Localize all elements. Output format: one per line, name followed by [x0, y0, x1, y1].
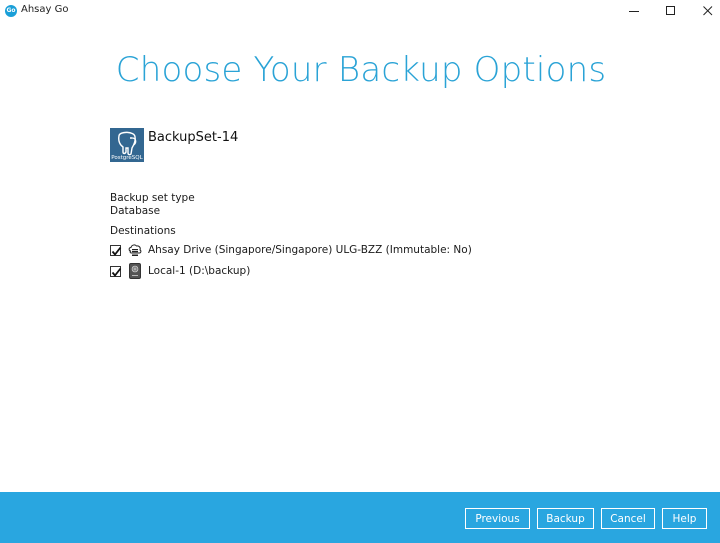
destination-label: Local-1 (D:\backup) [148, 265, 251, 277]
backup-set-type-label: Backup set type [110, 192, 195, 204]
title-bar: Go Ahsay Go [0, 0, 720, 22]
destinations-label: Destinations [110, 225, 176, 237]
cloud-drive-icon [127, 242, 143, 258]
destination-checkbox-ahsay-drive[interactable] [110, 244, 122, 256]
close-icon [703, 6, 713, 16]
destination-label: Ahsay Drive (Singapore/Singapore) ULG-BZ… [148, 244, 472, 256]
maximize-icon [666, 6, 675, 15]
cancel-button[interactable]: Cancel [601, 508, 655, 529]
checkmark-icon [111, 246, 122, 256]
maximize-button[interactable] [653, 0, 689, 22]
help-button[interactable]: Help [662, 508, 707, 529]
window-title: Ahsay Go [21, 4, 69, 15]
minimize-icon [629, 11, 639, 12]
destination-row-ahsay-drive: Ahsay Drive (Singapore/Singapore) ULG-BZ… [110, 242, 472, 258]
page-title: Choose Your Backup Options [115, 50, 607, 90]
app-logo-icon: Go [5, 5, 17, 17]
destination-row-local-1: Local-1 (D:\backup) [110, 263, 250, 279]
previous-button[interactable]: Previous [465, 508, 530, 529]
minimize-button[interactable] [616, 0, 652, 22]
local-disk-icon [127, 263, 143, 279]
close-button[interactable] [690, 0, 720, 22]
destination-checkbox-local-1[interactable] [110, 265, 122, 277]
backup-button[interactable]: Backup [537, 508, 594, 529]
backup-set-name: BackupSet-14 [148, 130, 239, 145]
checkmark-icon [111, 267, 122, 277]
postgresql-elephant-icon: PostgreSQL [110, 128, 144, 162]
postgresql-logo-text: PostgreSQL [111, 155, 143, 161]
backup-set-type-value: Database [110, 205, 161, 217]
